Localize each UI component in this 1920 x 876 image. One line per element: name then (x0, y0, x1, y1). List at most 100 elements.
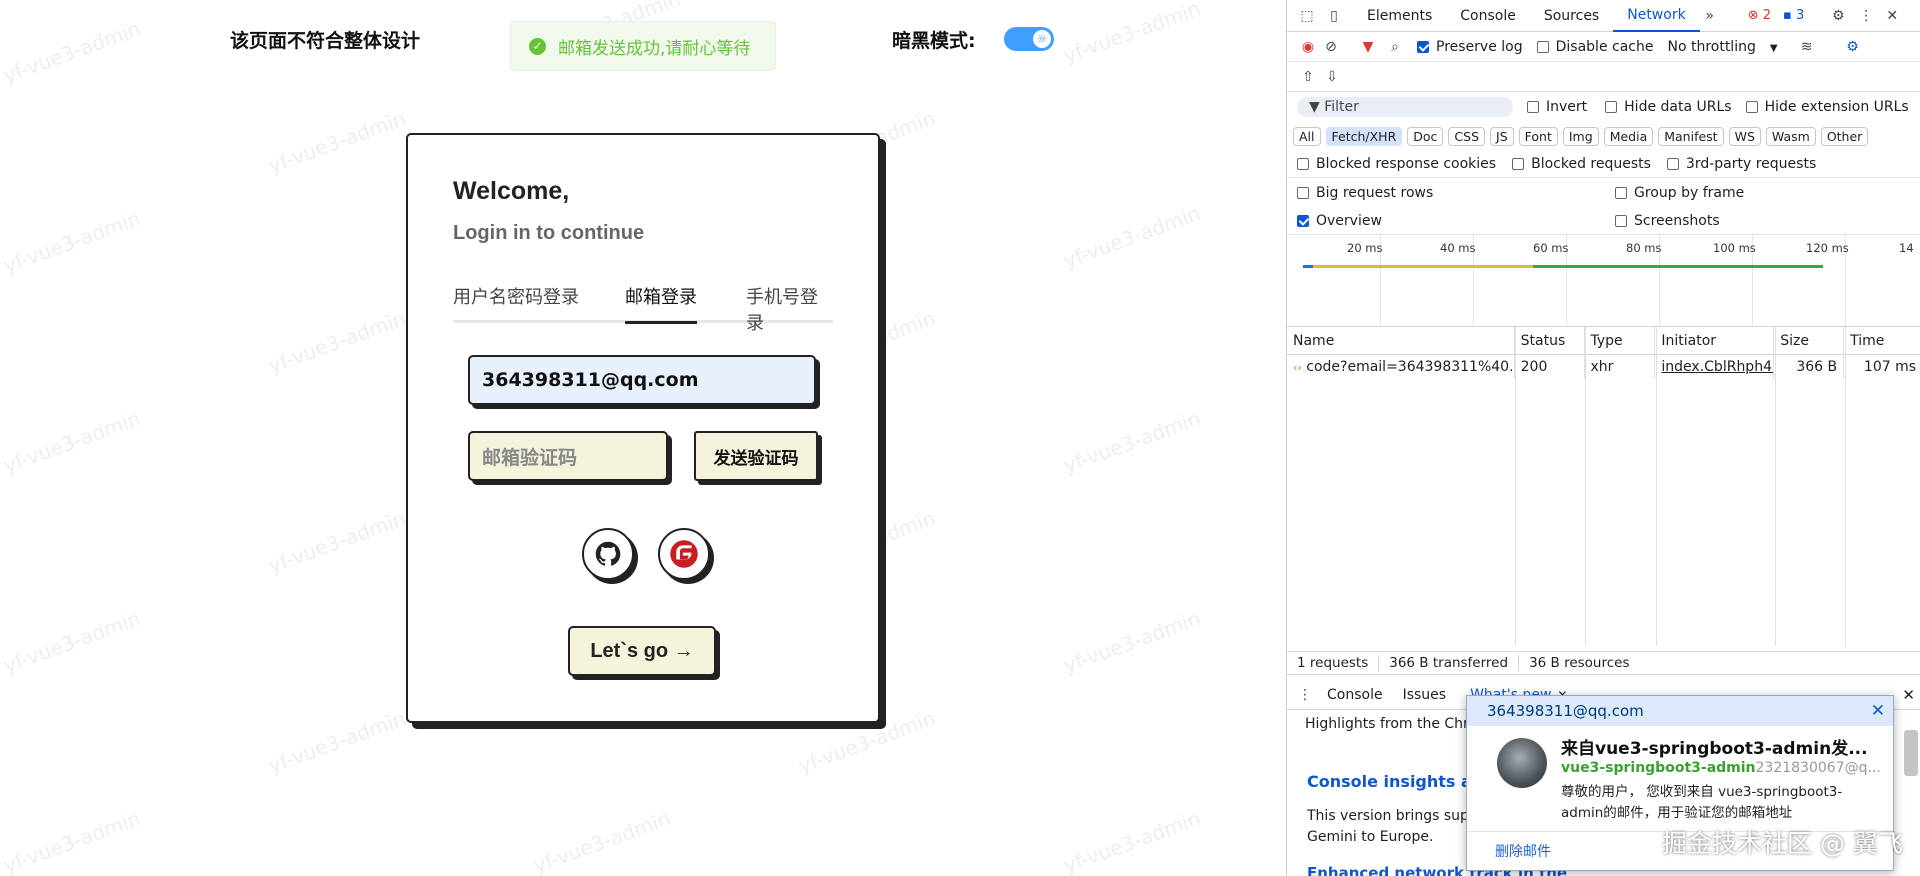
record-icon[interactable]: ◉ (1297, 39, 1319, 55)
tab-sources[interactable]: Sources (1530, 1, 1613, 31)
watermark: yf-vue3-admin (1060, 406, 1204, 478)
third-party-checkbox[interactable]: 3rd-party requests (1666, 155, 1817, 172)
settings-gear-icon[interactable]: ⚙ (1826, 8, 1850, 24)
timeline-tick: 14 (1899, 241, 1914, 255)
throttling-select[interactable]: No throttling ▼ (1667, 39, 1777, 55)
hide-extension-urls-label: Hide extension URLs (1764, 99, 1909, 115)
send-code-button[interactable]: 发送验证码 (694, 431, 818, 481)
download-icon[interactable]: ⇩ (1319, 69, 1345, 85)
network-overview-timeline[interactable]: 20 ms 40 ms 60 ms 80 ms 100 ms 120 ms 14 (1287, 235, 1920, 327)
overview-checkbox[interactable]: Overview (1297, 213, 1382, 229)
device-toolbar-icon[interactable]: ▯ (1321, 8, 1347, 24)
sender-avatar (1497, 738, 1547, 788)
scrollbar-thumb[interactable] (1904, 730, 1918, 776)
filter-img[interactable]: Img (1562, 126, 1599, 146)
tab-elements[interactable]: Elements (1353, 1, 1446, 31)
filter-manifest[interactable]: Manifest (1658, 126, 1724, 146)
more-options-icon[interactable]: ⋮ (1856, 8, 1876, 24)
notification-title[interactable]: 来自vue3-springboot3-admin发... (1561, 734, 1868, 759)
close-notification-icon[interactable]: ✕ (1871, 696, 1885, 726)
watermark: yf-vue3-admin (0, 606, 144, 678)
filter-input[interactable]: ▼ Filter (1297, 97, 1513, 117)
request-type: xhr (1585, 355, 1656, 379)
notification-account: 364398311@qq.com (1487, 702, 1644, 720)
tab-network[interactable]: Network (1613, 0, 1700, 32)
notification-header: 364398311@qq.com ✕ (1467, 696, 1893, 726)
filter-ws[interactable]: WS (1728, 126, 1761, 146)
blocked-requests-checkbox[interactable]: Blocked requests (1512, 156, 1651, 172)
tab-console[interactable]: Console (1446, 1, 1530, 31)
col-size[interactable]: Size (1774, 326, 1845, 355)
gitee-login-button[interactable] (658, 528, 710, 580)
whats-new-body-2: Gemini to Europe. (1307, 829, 1434, 845)
group-by-frame-checkbox[interactable]: Group by frame (1615, 185, 1744, 201)
checkbox-icon (1297, 157, 1309, 170)
timeline-tick: 40 ms (1440, 241, 1476, 255)
github-login-button[interactable] (582, 528, 634, 580)
filter-all[interactable]: All (1293, 126, 1321, 146)
inspect-element-icon[interactable]: ⬚ (1293, 8, 1321, 24)
col-initiator[interactable]: Initiator (1655, 326, 1775, 355)
email-code-input[interactable]: 邮箱验证码 (468, 431, 668, 481)
request-name-text: code?email=364398311%40... (1306, 359, 1515, 375)
big-rows-checkbox[interactable]: Big request rows (1297, 185, 1433, 201)
invert-checkbox[interactable]: Invert (1527, 99, 1587, 115)
request-name[interactable]: ‹› code?email=364398311%40... (1287, 355, 1515, 379)
error-count[interactable]: ⊗ 2 (1748, 8, 1771, 23)
close-drawer-icon[interactable]: ✕ (1902, 686, 1915, 704)
filter-media[interactable]: Media (1603, 126, 1654, 146)
dark-mode-toggle[interactable]: ☼ (1004, 27, 1054, 51)
table-divider (1515, 326, 1516, 646)
check-circle-icon: ✓ (529, 37, 546, 55)
disable-cache-checkbox[interactable]: Disable cache (1536, 39, 1653, 55)
table-row[interactable]: ‹› code?email=364398311%40... 200 xhr in… (1287, 355, 1920, 379)
screenshots-label: Screenshots (1634, 212, 1720, 229)
timeline-tick: 120 ms (1806, 241, 1849, 255)
login-card: Welcome, Login in to continue 用户名密码登录 邮箱… (406, 133, 880, 723)
submit-button[interactable]: Let`s go → (568, 626, 716, 676)
col-status[interactable]: Status (1515, 326, 1585, 355)
filter-wasm[interactable]: Wasm (1765, 126, 1816, 146)
filter-bar: ▼ Filter Invert Hide data URLs Hide exte… (1287, 92, 1920, 122)
hide-extension-urls-checkbox[interactable]: Hide extension URLs (1745, 99, 1909, 115)
col-name[interactable]: Name (1287, 326, 1515, 355)
filter-fetch-xhr[interactable]: Fetch/XHR (1325, 126, 1403, 146)
timeline-tick: 100 ms (1713, 241, 1756, 255)
checkbox-icon (1666, 157, 1679, 170)
filter-js[interactable]: JS (1490, 126, 1514, 146)
filter-font[interactable]: Font (1518, 126, 1558, 146)
network-conditions-icon[interactable]: ≋ (1796, 39, 1818, 55)
request-initiator-link[interactable]: index.CblRhph4.js (1655, 355, 1775, 379)
filter-css[interactable]: CSS (1448, 126, 1486, 146)
email-input[interactable]: 364398311@qq.com (468, 355, 816, 405)
preserve-log-checkbox[interactable]: Preserve log (1417, 39, 1523, 55)
network-settings-icon[interactable]: ⚙ (1842, 39, 1864, 55)
tab-username-login[interactable]: 用户名密码登录 (453, 283, 579, 321)
filter-icon[interactable]: ▼ (1353, 39, 1383, 55)
message-count[interactable]: ▪ 3 (1783, 8, 1804, 23)
blocked-cookies-checkbox[interactable]: Blocked response cookies (1297, 156, 1496, 172)
drawer-tab-issues[interactable]: Issues (1403, 687, 1447, 703)
upload-icon[interactable]: ⇧ (1297, 69, 1319, 85)
col-time[interactable]: Time (1844, 327, 1920, 355)
chevron-down-icon: ▼ (1769, 42, 1778, 54)
more-tabs-icon[interactable]: » (1700, 8, 1720, 24)
hide-data-urls-checkbox[interactable]: Hide data URLs (1605, 99, 1732, 115)
tab-email-login[interactable]: 邮箱登录 (625, 283, 697, 324)
filter-other[interactable]: Other (1820, 126, 1869, 146)
timeline-tick: 60 ms (1533, 241, 1569, 255)
timeline-tick: 20 ms (1347, 241, 1383, 255)
whats-new-heading[interactable]: Console insights are (1307, 772, 1491, 791)
filter-doc[interactable]: Doc (1407, 126, 1444, 146)
tab-phone-login[interactable]: 手机号登录 (746, 283, 833, 347)
summary-resources: 36 B resources (1529, 655, 1630, 671)
screenshots-checkbox[interactable]: Screenshots (1615, 213, 1720, 229)
third-party-label: 3rd-party requests (1685, 155, 1817, 172)
drawer-tab-console[interactable]: Console (1327, 687, 1383, 703)
search-icon[interactable]: ⌕ (1383, 39, 1407, 55)
clear-icon[interactable]: ⊘ (1319, 39, 1343, 55)
drawer-menu-icon[interactable]: ⋮ (1293, 687, 1317, 703)
col-type[interactable]: Type (1585, 326, 1656, 355)
close-devtools-icon[interactable]: ✕ (1882, 8, 1902, 24)
table-divider (1656, 326, 1657, 646)
